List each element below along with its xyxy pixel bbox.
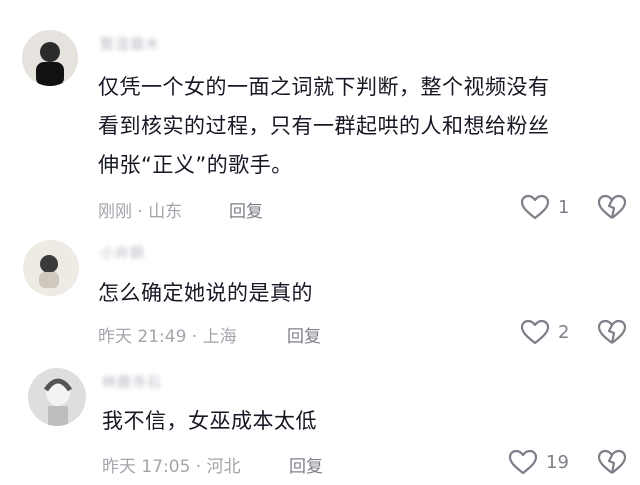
reply-button[interactable]: 回复 [287,322,321,347]
avatar[interactable] [22,30,78,86]
dislike-button[interactable] [597,319,627,345]
like-button[interactable]: 2 [520,319,569,345]
username[interactable]: 小井鹊 [100,243,145,263]
username[interactable]: 暂渲眉木 [100,34,160,54]
comment-text-line: 我不信，女巫成本太低 [102,409,317,433]
comment-text: 我不信，女巫成本太低 [102,402,317,441]
like-button[interactable]: 1 [520,194,569,220]
username[interactable]: 林鹿寺石 [102,372,162,392]
comment-item: 小井鹊 怎么确定她说的是真的 昨天 21:49 · 上海 回复 2 [0,235,640,360]
comment-text-line: 仅凭一个女的一面之词就下判断，整个视频没有 [98,75,550,99]
like-button[interactable]: 19 [508,449,569,475]
avatar[interactable] [28,368,86,426]
heart-outline-icon [520,319,550,345]
dislike-button[interactable] [597,194,627,220]
broken-heart-icon [597,194,627,220]
comment-text-line: 伸张“正义”的歌手。 [98,153,293,177]
reply-button[interactable]: 回复 [289,452,323,477]
like-count: 2 [558,321,570,343]
broken-heart-icon [597,449,627,475]
dislike-button[interactable] [597,449,627,475]
heart-outline-icon [520,194,550,220]
comment-text-line: 怎么确定她说的是真的 [98,281,313,305]
broken-heart-icon [597,319,627,345]
comment-item: 林鹿寺石 我不信，女巫成本太低 昨天 17:05 · 河北 回复 19 [0,360,640,485]
comment-text-line: 看到核实的过程，只有一群起哄的人和想给粉丝 [98,114,550,138]
comment-text: 仅凭一个女的一面之词就下判断，整个视频没有 看到核实的过程，只有一群起哄的人和想… [98,68,550,185]
reply-button[interactable]: 回复 [229,197,263,222]
comment-text: 怎么确定她说的是真的 [98,274,313,313]
comment-meta: 昨天 21:49 · 上海 [98,327,237,347]
comment-item: 暂渲眉木 仅凭一个女的一面之词就下判断，整个视频没有 看到核实的过程，只有一群起… [0,0,640,235]
avatar[interactable] [23,240,79,296]
like-count: 19 [546,451,569,473]
comment-meta: 刚刚 · 山东 [98,202,183,222]
heart-outline-icon [508,449,538,475]
comment-meta: 昨天 17:05 · 河北 [102,457,241,477]
like-count: 1 [558,196,570,218]
